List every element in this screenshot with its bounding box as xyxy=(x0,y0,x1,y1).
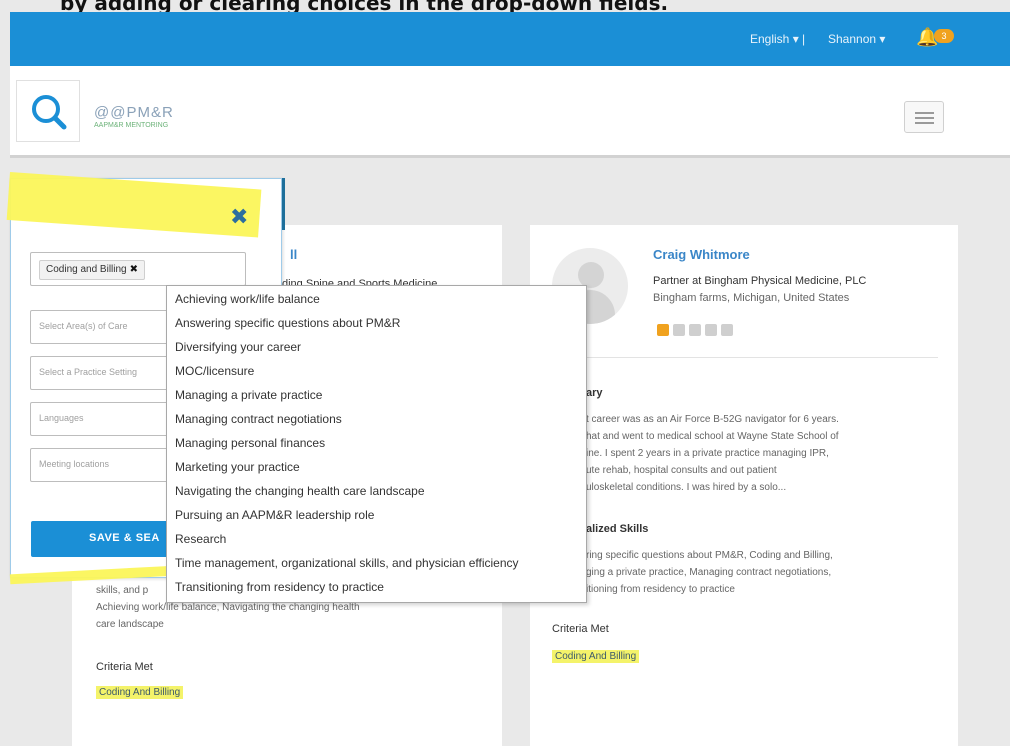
dropdown-option[interactable]: Marketing your practice xyxy=(175,460,300,474)
menu-button[interactable] xyxy=(904,101,944,133)
logo-text: @@PM&R xyxy=(94,104,174,121)
summary-line: t career was as an Air Force B-52G navig… xyxy=(586,414,839,425)
chip-remove-icon[interactable]: ✖ xyxy=(130,264,138,275)
save-button-label: SAVE & SEA xyxy=(89,532,160,544)
dropdown-option[interactable]: Navigating the changing health care land… xyxy=(175,484,425,498)
dropdown-option[interactable]: Diversifying your career xyxy=(175,340,301,354)
language-selector[interactable]: English ▾ | xyxy=(750,32,805,46)
rating-stars xyxy=(657,323,737,341)
dropdown-option[interactable]: Research xyxy=(175,532,226,546)
skills-line: care landscape xyxy=(96,619,164,630)
criteria-met-badge: Coding And Billing xyxy=(96,686,184,699)
rating-star xyxy=(689,324,701,336)
search-button[interactable] xyxy=(16,80,80,142)
page: by adding or clearing choices in the dro… xyxy=(0,0,1010,746)
summary-line: ute rehab, hospital consults and out pat… xyxy=(586,465,777,476)
summary-title: ary xyxy=(586,387,603,399)
dropdown-option[interactable]: Pursuing an AAPM&R leadership role xyxy=(175,508,374,522)
close-icon[interactable]: ✖ xyxy=(230,206,248,228)
dropdown-option[interactable]: Managing contract negotiations xyxy=(175,412,342,426)
panel-edge xyxy=(282,178,285,230)
logo-subtext: AAPM&R MENTORING xyxy=(94,122,169,129)
summary-line: hat and went to medical school at Wayne … xyxy=(586,431,839,442)
selected-chip[interactable]: Coding and Billing ✖ xyxy=(39,260,146,280)
summary-line: uloskeletal conditions. I was hired by a… xyxy=(586,482,787,493)
search-icon xyxy=(32,95,67,130)
rating-star xyxy=(657,324,669,336)
dropdown-option[interactable]: Time management, organizational skills, … xyxy=(175,556,519,570)
skills-line: ring specific questions about PM&R, Codi… xyxy=(586,550,833,561)
criteria-met-badge: Coding And Billing xyxy=(552,650,640,663)
mentor-name[interactable]: ll xyxy=(290,247,297,262)
criteria-met-title: Criteria Met xyxy=(552,623,609,635)
areas-of-expertise-select[interactable]: Coding and Billing ✖ xyxy=(30,252,246,286)
skills-title: alized Skills xyxy=(586,523,649,535)
dropdown-option[interactable]: Answering specific questions about PM&R xyxy=(175,316,400,330)
mentor-name[interactable]: Craig Whitmore xyxy=(653,247,750,262)
divider xyxy=(552,357,938,358)
rating-star xyxy=(721,324,733,336)
user-menu[interactable]: Shannon ▾ xyxy=(828,32,885,46)
criteria-met-title: Criteria Met xyxy=(96,661,153,673)
dropdown-option[interactable]: Achieving work/life balance xyxy=(175,292,320,306)
hamburger-icon xyxy=(915,112,934,114)
rating-star xyxy=(673,324,685,336)
summary-line: ine. I spent 2 years in a private practi… xyxy=(586,448,829,459)
dropdown-option[interactable]: MOC/licensure xyxy=(175,364,254,378)
site-header: @@PM&R AAPM&R MENTORING xyxy=(10,66,1010,158)
skills-line: itioning from residency to practice xyxy=(586,584,735,595)
notification-badge[interactable]: 3 xyxy=(934,29,954,43)
mentor-location: Bingham farms, Michigan, United States xyxy=(653,292,850,304)
chip-label: Coding and Billing xyxy=(46,264,127,275)
mentor-title: Partner at Bingham Physical Medicine, PL… xyxy=(653,275,867,287)
top-navigation-bar: English ▾ | Shannon ▾ 🔔 3 xyxy=(10,12,1010,66)
dropdown-option[interactable]: Transitioning from residency to practice xyxy=(175,580,384,594)
rating-star xyxy=(705,324,717,336)
dropdown-option[interactable]: Managing a private practice xyxy=(175,388,322,402)
site-logo[interactable]: @@PM&R AAPM&R MENTORING xyxy=(94,104,174,129)
skills-line: skills, and p xyxy=(96,585,149,596)
dropdown-option[interactable]: Managing personal finances xyxy=(175,436,325,450)
mentor-card-right: Craig Whitmore Partner at Bingham Physic… xyxy=(530,225,958,746)
expertise-dropdown[interactable]: Achieving work/life balance Answering sp… xyxy=(166,285,587,603)
skills-line: ging a private practice, Managing contra… xyxy=(586,567,832,578)
